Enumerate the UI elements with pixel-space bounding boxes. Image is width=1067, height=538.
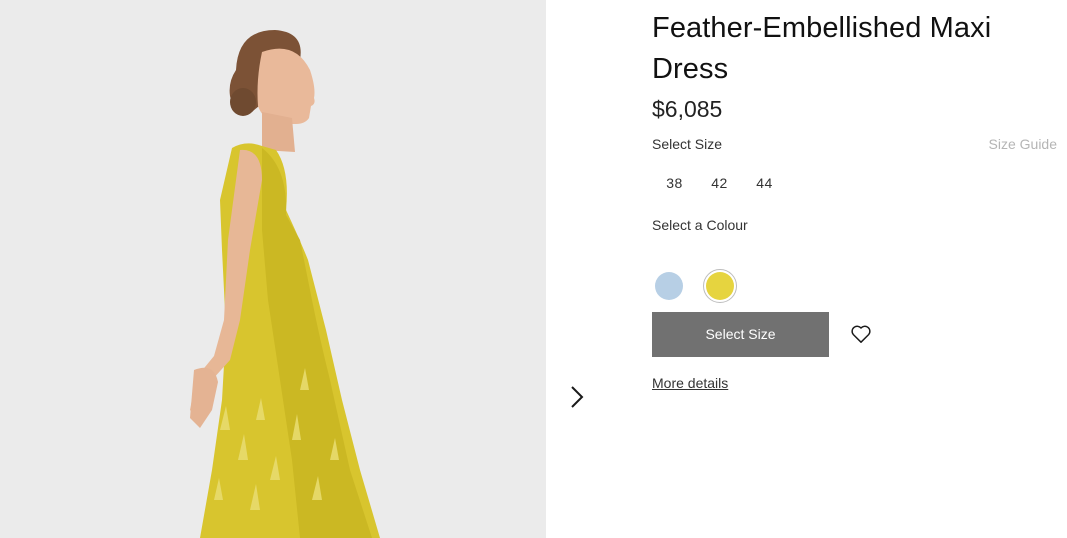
swatch-yellow bbox=[706, 272, 734, 300]
colour-label: Select a Colour bbox=[652, 217, 748, 233]
more-details-link[interactable]: More details bbox=[652, 375, 728, 391]
product-image[interactable] bbox=[0, 0, 546, 538]
size-header: Select Size Size Guide bbox=[652, 134, 1057, 154]
gallery-next-button[interactable] bbox=[562, 380, 592, 414]
heart-icon bbox=[851, 325, 871, 343]
size-option-42[interactable]: 42 bbox=[697, 175, 742, 191]
model-photo bbox=[0, 0, 546, 538]
product-price: $6,085 bbox=[652, 96, 723, 122]
colour-swatches bbox=[652, 269, 1057, 303]
purchase-actions: Select Size bbox=[652, 311, 1057, 357]
select-size-button[interactable]: Select Size bbox=[652, 311, 829, 357]
product-page: Feather-Embellished Maxi Dress $6,085 Se… bbox=[0, 0, 1067, 538]
colour-swatch-light-blue[interactable] bbox=[652, 269, 686, 303]
chevron-right-icon bbox=[571, 386, 584, 408]
wishlist-button[interactable] bbox=[846, 319, 876, 349]
size-option-44[interactable]: 44 bbox=[742, 175, 787, 191]
product-info: Feather-Embellished Maxi Dress $6,085 Se… bbox=[652, 8, 1057, 393]
size-label: Select Size bbox=[652, 136, 723, 152]
swatch-light-blue bbox=[655, 272, 683, 300]
size-guide-link[interactable]: Size Guide bbox=[989, 136, 1057, 152]
size-options: 38 42 44 bbox=[652, 172, 1057, 194]
colour-swatch-yellow[interactable] bbox=[703, 269, 737, 303]
product-title: Feather-Embellished Maxi Dress bbox=[652, 12, 992, 85]
size-option-38[interactable]: 38 bbox=[652, 175, 697, 191]
